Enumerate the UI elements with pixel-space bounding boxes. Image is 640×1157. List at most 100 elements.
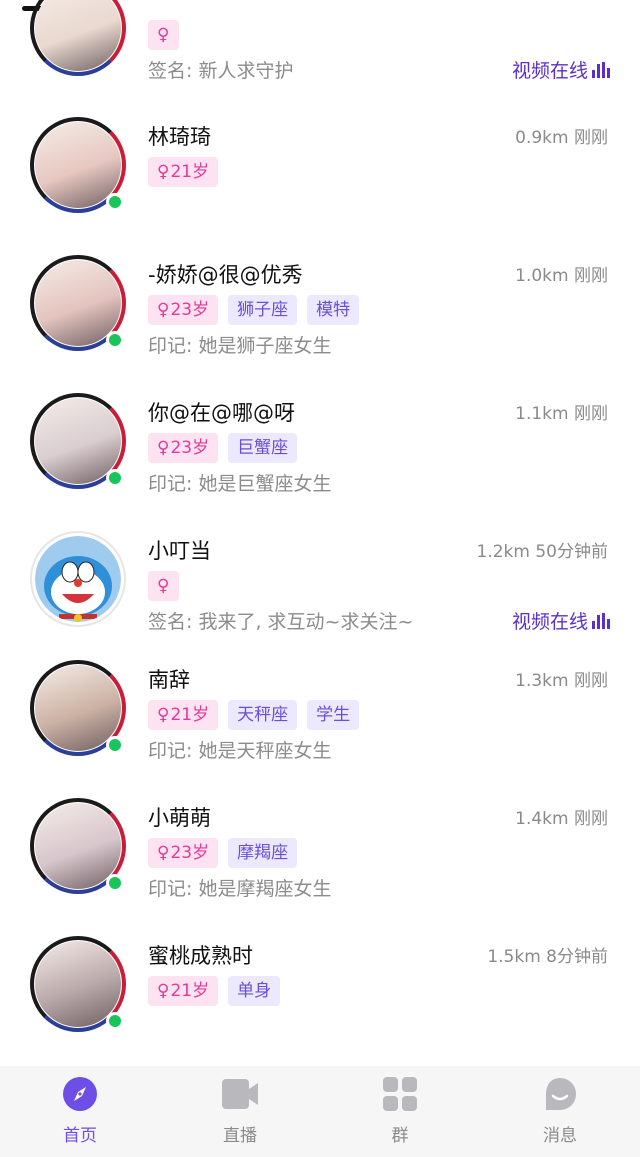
compass-icon bbox=[63, 1077, 97, 1111]
tab-home-label: 首页 bbox=[63, 1126, 97, 1146]
tag-label: 21岁 bbox=[170, 705, 210, 725]
tag-list: ♀ 23岁 巨蟹座 bbox=[148, 433, 298, 463]
tag-list: ♀ 21岁 bbox=[148, 157, 219, 187]
attribute-tag: 模特 bbox=[307, 295, 360, 325]
user-list[interactable]: ♀ 签名: 新人求守护 视频在线 林琦琦 0.9km 刚刚 ♀ 21岁 -娇娇@很@优秀 1.0… bbox=[0, 0, 640, 1066]
signature-text: 印记: 她是巨蟹座女生 bbox=[148, 473, 332, 495]
tab-home[interactable]: 首页 bbox=[0, 1066, 160, 1157]
tag-label: 单身 bbox=[237, 981, 272, 1001]
tag-list: ♀ 21岁 天秤座 学生 bbox=[148, 700, 360, 730]
video-online-label: 视频在线 bbox=[511, 60, 588, 82]
signature-text: 签名: 我来了, 求互动~求关注~ bbox=[148, 611, 414, 633]
user-name[interactable]: 林琦琦 bbox=[148, 121, 211, 151]
female-icon: ♀ bbox=[157, 162, 170, 182]
avatar-ring bbox=[30, 0, 126, 76]
distance-time: 1.5km 8分钟前 bbox=[487, 947, 608, 967]
user-row[interactable]: 南辞 1.3km 刚刚 ♀ 21岁 天秤座 学生印记: 她是天秤座女生 bbox=[0, 646, 640, 776]
tag-list: ♀ 23岁 狮子座 模特 bbox=[148, 295, 360, 325]
gender-age-badge: ♀ 21岁 bbox=[148, 157, 219, 187]
tag-label: 摩羯座 bbox=[237, 843, 289, 863]
female-icon: ♀ bbox=[157, 843, 170, 863]
tab-live[interactable]: 直播 bbox=[160, 1066, 320, 1157]
female-icon: ♀ bbox=[157, 25, 170, 45]
online-status-dot bbox=[106, 874, 124, 892]
tag-label: 巨蟹座 bbox=[237, 438, 289, 458]
tag-label: 狮子座 bbox=[237, 300, 289, 320]
online-status-dot bbox=[106, 469, 124, 487]
user-name[interactable]: 蜜桃成熟时 bbox=[148, 940, 253, 970]
female-icon: ♀ bbox=[157, 438, 170, 458]
tag-label: 23岁 bbox=[170, 438, 210, 458]
signature-text: 印记: 她是天秤座女生 bbox=[148, 740, 332, 762]
avatar[interactable] bbox=[30, 798, 126, 894]
tab-messages-label: 消息 bbox=[543, 1126, 577, 1146]
user-row[interactable]: 蜜桃成熟时 1.5km 8分钟前 ♀ 21岁 单身 bbox=[0, 922, 640, 1052]
tab-messages[interactable]: 消息 bbox=[480, 1066, 640, 1157]
online-status-dot bbox=[106, 331, 124, 349]
signature-text: 签名: 新人求守护 bbox=[148, 60, 294, 82]
tag-list: ♀ bbox=[148, 571, 180, 601]
tag-label: 21岁 bbox=[170, 162, 210, 182]
video-online-link[interactable]: 视频在线 bbox=[512, 56, 610, 83]
avatar[interactable] bbox=[30, 117, 126, 213]
grid-icon bbox=[383, 1077, 417, 1111]
avatar[interactable] bbox=[30, 255, 126, 351]
gender-age-badge: ♀ 21岁 bbox=[148, 700, 219, 730]
user-row[interactable]: 小叮当 1.2km 50分钟前 ♀ 签名: 我来了, 求互动~求关注~ 视频在线 bbox=[0, 517, 640, 647]
distance-time: 1.4km 刚刚 bbox=[515, 809, 608, 829]
signature-text: 印记: 她是摩羯座女生 bbox=[148, 878, 332, 900]
gender-age-badge: ♀ bbox=[148, 571, 180, 601]
distance-time: 1.0km 刚刚 bbox=[515, 266, 608, 286]
tab-group-label: 群 bbox=[391, 1126, 409, 1146]
user-name[interactable]: -娇娇@很@优秀 bbox=[148, 259, 303, 289]
user-row[interactable]: -娇娇@很@优秀 1.0km 刚刚 ♀ 23岁 狮子座 模特 印记: 她是狮子座女生 bbox=[0, 241, 640, 371]
female-icon: ♀ bbox=[157, 576, 170, 596]
user-row[interactable]: 小萌萌 1.4km 刚刚 ♀ 23岁 摩羯座 印记: 她是摩羯座女生 bbox=[0, 784, 640, 914]
female-icon: ♀ bbox=[157, 981, 170, 1001]
attribute-tag: 巨蟹座 bbox=[228, 433, 298, 463]
distance-time: 1.3km 刚刚 bbox=[515, 671, 608, 691]
user-row[interactable]: 林琦琦 0.9km 刚刚 ♀ 21岁 bbox=[0, 103, 640, 233]
avatar[interactable] bbox=[30, 660, 126, 756]
avatar[interactable] bbox=[30, 936, 126, 1032]
female-icon: ♀ bbox=[157, 705, 170, 725]
gender-age-badge: ♀ 23岁 bbox=[148, 838, 219, 868]
avatar[interactable] bbox=[30, 393, 126, 489]
online-status-dot bbox=[106, 736, 124, 754]
tag-list: ♀ 21岁 单身 bbox=[148, 976, 281, 1006]
attribute-tag: 学生 bbox=[307, 700, 360, 730]
avatar-ring bbox=[30, 531, 126, 627]
user-name[interactable]: 小叮当 bbox=[148, 535, 211, 565]
tag-list: ♀ 23岁 摩羯座 bbox=[148, 838, 298, 868]
user-row[interactable]: ♀ 签名: 新人求守护 视频在线 bbox=[0, 0, 640, 96]
signal-bars-icon bbox=[592, 612, 610, 629]
female-icon: ♀ bbox=[157, 300, 170, 320]
attribute-tag: 单身 bbox=[228, 976, 281, 1006]
gender-age-badge: ♀ 23岁 bbox=[148, 295, 219, 325]
video-online-link[interactable]: 视频在线 bbox=[512, 607, 610, 634]
tag-label: 学生 bbox=[316, 705, 351, 725]
user-name[interactable]: 你@在@哪@呀 bbox=[148, 397, 295, 427]
attribute-tag: 摩羯座 bbox=[228, 838, 298, 868]
gender-age-badge: ♀ 21岁 bbox=[148, 976, 219, 1006]
tab-live-label: 直播 bbox=[223, 1126, 257, 1146]
user-name[interactable]: 南辞 bbox=[148, 664, 190, 694]
signal-bars-icon bbox=[592, 61, 610, 78]
tag-list: ♀ bbox=[148, 20, 180, 50]
distance-time: 1.2km 50分钟前 bbox=[476, 542, 608, 562]
video-online-label: 视频在线 bbox=[511, 611, 588, 633]
attribute-tag: 狮子座 bbox=[228, 295, 298, 325]
tag-label: 23岁 bbox=[170, 300, 210, 320]
attribute-tag: 天秤座 bbox=[228, 700, 298, 730]
video-camera-icon bbox=[222, 1079, 258, 1109]
avatar[interactable] bbox=[30, 0, 126, 76]
tag-label: 21岁 bbox=[170, 981, 210, 1001]
avatar[interactable] bbox=[30, 531, 126, 627]
tab-group[interactable]: 群 bbox=[320, 1066, 480, 1157]
gender-age-badge: ♀ 23岁 bbox=[148, 433, 219, 463]
user-name[interactable]: 小萌萌 bbox=[148, 802, 211, 832]
tag-label: 23岁 bbox=[170, 843, 210, 863]
online-status-dot bbox=[106, 1012, 124, 1030]
user-row[interactable]: 你@在@哪@呀 1.1km 刚刚 ♀ 23岁 巨蟹座 印记: 她是巨蟹座女生 bbox=[0, 379, 640, 509]
distance-time: 1.1km 刚刚 bbox=[515, 404, 608, 424]
